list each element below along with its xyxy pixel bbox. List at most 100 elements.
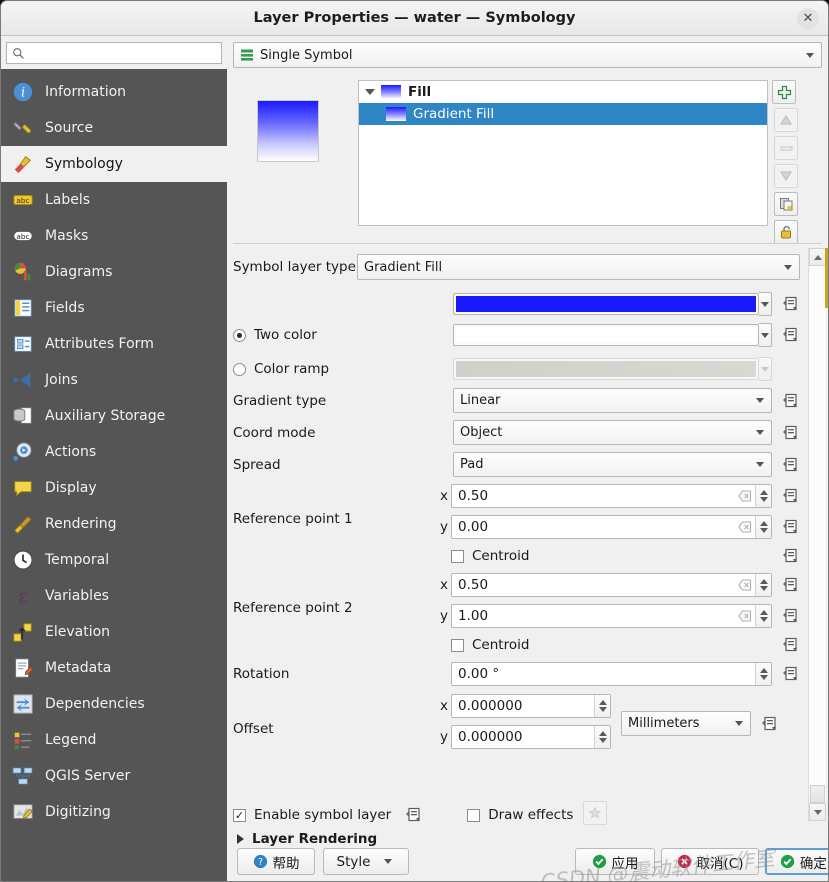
sidebar-item-digitizing[interactable]: Digitizing [1, 794, 227, 830]
chevron-down-icon[interactable] [365, 89, 375, 95]
offset-y-spin-arrows[interactable] [594, 726, 610, 748]
clear-icon[interactable] [738, 578, 752, 592]
sidebar-item-label: Actions [45, 444, 97, 460]
gradient-color2-button[interactable] [453, 324, 759, 346]
offset-x-spinbox[interactable]: 0.000000 [451, 693, 611, 718]
color1-dropdown-button[interactable] [759, 292, 772, 316]
duplicate-symbol-layer-button[interactable] [774, 192, 798, 216]
sidebar-item-label: Temporal [45, 552, 110, 568]
fields-icon [11, 296, 35, 320]
sidebar-item-symbology[interactable]: Symbology [1, 146, 227, 182]
tree-row-gradient-fill[interactable]: Gradient Fill [359, 103, 767, 125]
svg-text:?: ? [257, 857, 262, 868]
two-color-radio[interactable] [233, 328, 246, 342]
sidebar-item-source[interactable]: Source [1, 110, 227, 146]
clear-icon[interactable] [738, 520, 752, 534]
sidebar-item-elevation[interactable]: Elevation [1, 614, 227, 650]
color2-dropdown-button[interactable] [759, 323, 772, 347]
sidebar-item-legend[interactable]: Legend [1, 722, 227, 758]
ref2-x-data-defined-override-button[interactable] [780, 575, 800, 595]
sidebar-item-temporal[interactable]: Temporal [1, 542, 227, 578]
add-symbol-layer-button[interactable] [772, 80, 796, 104]
ref2-y-data-defined-override-button[interactable] [780, 606, 800, 626]
sidebar-item-qgis-server[interactable]: QGIS Server [1, 758, 227, 794]
accent-strip [825, 248, 828, 308]
gradient-color1-button[interactable] [453, 293, 759, 315]
spread-data-defined-override-button[interactable] [780, 455, 800, 475]
search-box[interactable] [6, 42, 222, 64]
sidebar-item-display[interactable]: Display [1, 470, 227, 506]
sidebar-item-attributes-form[interactable]: Attributes Form [1, 326, 227, 362]
sidebar-item-information[interactable]: i Information [1, 74, 227, 110]
symbol-layer-type-label: Symbol layer type [233, 259, 356, 275]
sidebar-item-fields[interactable]: Fields [1, 290, 227, 326]
close-icon[interactable]: ✕ [797, 8, 819, 30]
sidebar-item-diagrams[interactable]: Diagrams [1, 254, 227, 290]
symbol-layer-type-combo[interactable]: Gradient Fill [357, 254, 800, 280]
ref1-centroid-data-defined-override-button[interactable] [780, 546, 800, 566]
clear-icon[interactable] [738, 609, 752, 623]
offset-unit-combo[interactable]: Millimeters [621, 711, 751, 736]
sidebar-item-joins[interactable]: Joins [1, 362, 227, 398]
tree-row-fill[interactable]: Fill [359, 81, 767, 103]
ref2-centroid-data-defined-override-button[interactable] [780, 635, 800, 655]
offset-y-spinbox[interactable]: 0.000000 [451, 725, 611, 749]
rotation-spinbox[interactable]: 0.00 ° [451, 662, 772, 686]
sidebar-item-label: Symbology [45, 156, 123, 172]
symbol-layer-tree[interactable]: Fill Gradient Fill [358, 80, 768, 226]
sidebar-item-labels[interactable]: abc Labels [1, 182, 227, 218]
color-ramp-radio[interactable] [233, 362, 246, 376]
sidebar-item-label: Attributes Form [45, 336, 154, 352]
ref2-y-spinbox[interactable]: 1.00 [451, 604, 772, 628]
lock-layer-button[interactable] [774, 220, 798, 244]
data-defined-override-icon [783, 327, 797, 342]
help-button[interactable]: ? 帮助 [237, 848, 315, 875]
ref2-y-spin-arrows[interactable] [755, 605, 771, 627]
sidebar-item-variables[interactable]: ε Variables [1, 578, 227, 614]
ok-button[interactable]: 确定(O) [765, 848, 828, 875]
sidebar-item-dependencies[interactable]: Dependencies [1, 686, 227, 722]
chevron-down-icon [761, 366, 769, 372]
sidebar-item-rendering[interactable]: Rendering [1, 506, 227, 542]
offset-data-defined-override-button[interactable] [759, 714, 779, 734]
sidebar-item-masks[interactable]: abc Masks [1, 218, 227, 254]
ref2-x-spinbox[interactable]: 0.50 [451, 573, 772, 597]
sidebar-item-actions[interactable]: Actions [1, 434, 227, 470]
apply-button[interactable]: 应用 [575, 848, 655, 875]
gradient-type-data-defined-override-button[interactable] [780, 391, 800, 411]
coord-mode-combo[interactable]: Object [453, 420, 772, 445]
enable-symbol-layer-data-defined-override-button[interactable] [403, 805, 423, 825]
ref1-x-spin-arrows[interactable] [755, 485, 771, 507]
offset-x-spin-arrows[interactable] [594, 694, 610, 717]
scrollbar-track[interactable] [809, 266, 826, 785]
ref1-centroid-checkbox[interactable] [451, 549, 464, 563]
properties-scrollbar[interactable] [808, 248, 826, 821]
clear-icon[interactable] [738, 489, 752, 503]
cancel-button[interactable]: 取消(C) [661, 848, 759, 875]
rotation-spin-arrows[interactable] [755, 663, 771, 685]
spread-combo[interactable]: Pad [453, 452, 772, 477]
ref1-x-data-defined-override-button[interactable] [780, 486, 800, 506]
renderer-combo[interactable]: Single Symbol [233, 42, 822, 68]
scroll-down-button[interactable] [809, 803, 826, 821]
gradient-type-combo[interactable]: Linear [453, 388, 772, 413]
enable-symbol-layer-checkbox[interactable]: ✓ [233, 808, 246, 822]
ref2-centroid-checkbox[interactable] [451, 638, 464, 652]
ref1-x-spinbox[interactable]: 0.50 [451, 484, 772, 508]
ref1-y-data-defined-override-button[interactable] [780, 517, 800, 537]
ref1-y-spin-arrows[interactable] [755, 516, 771, 538]
draw-effects-checkbox[interactable] [467, 808, 481, 822]
layer-rendering-section[interactable]: Layer Rendering [237, 831, 377, 847]
color2-data-defined-override-button[interactable] [780, 325, 800, 345]
coord-mode-data-defined-override-button[interactable] [780, 423, 800, 443]
sidebar-item-metadata[interactable]: Metadata [1, 650, 227, 686]
ref1-y-spinbox[interactable]: 0.00 [451, 515, 772, 539]
style-button[interactable]: Style [323, 848, 409, 875]
search-input[interactable] [29, 44, 216, 62]
rotation-data-defined-override-button[interactable] [780, 664, 800, 684]
scrollbar-thumb[interactable] [810, 785, 825, 803]
sidebar-item-auxiliary-storage[interactable]: Auxiliary Storage [1, 398, 227, 434]
scroll-up-button[interactable] [809, 248, 826, 266]
ref2-x-spin-arrows[interactable] [755, 574, 771, 596]
color1-data-defined-override-button[interactable] [780, 294, 800, 314]
